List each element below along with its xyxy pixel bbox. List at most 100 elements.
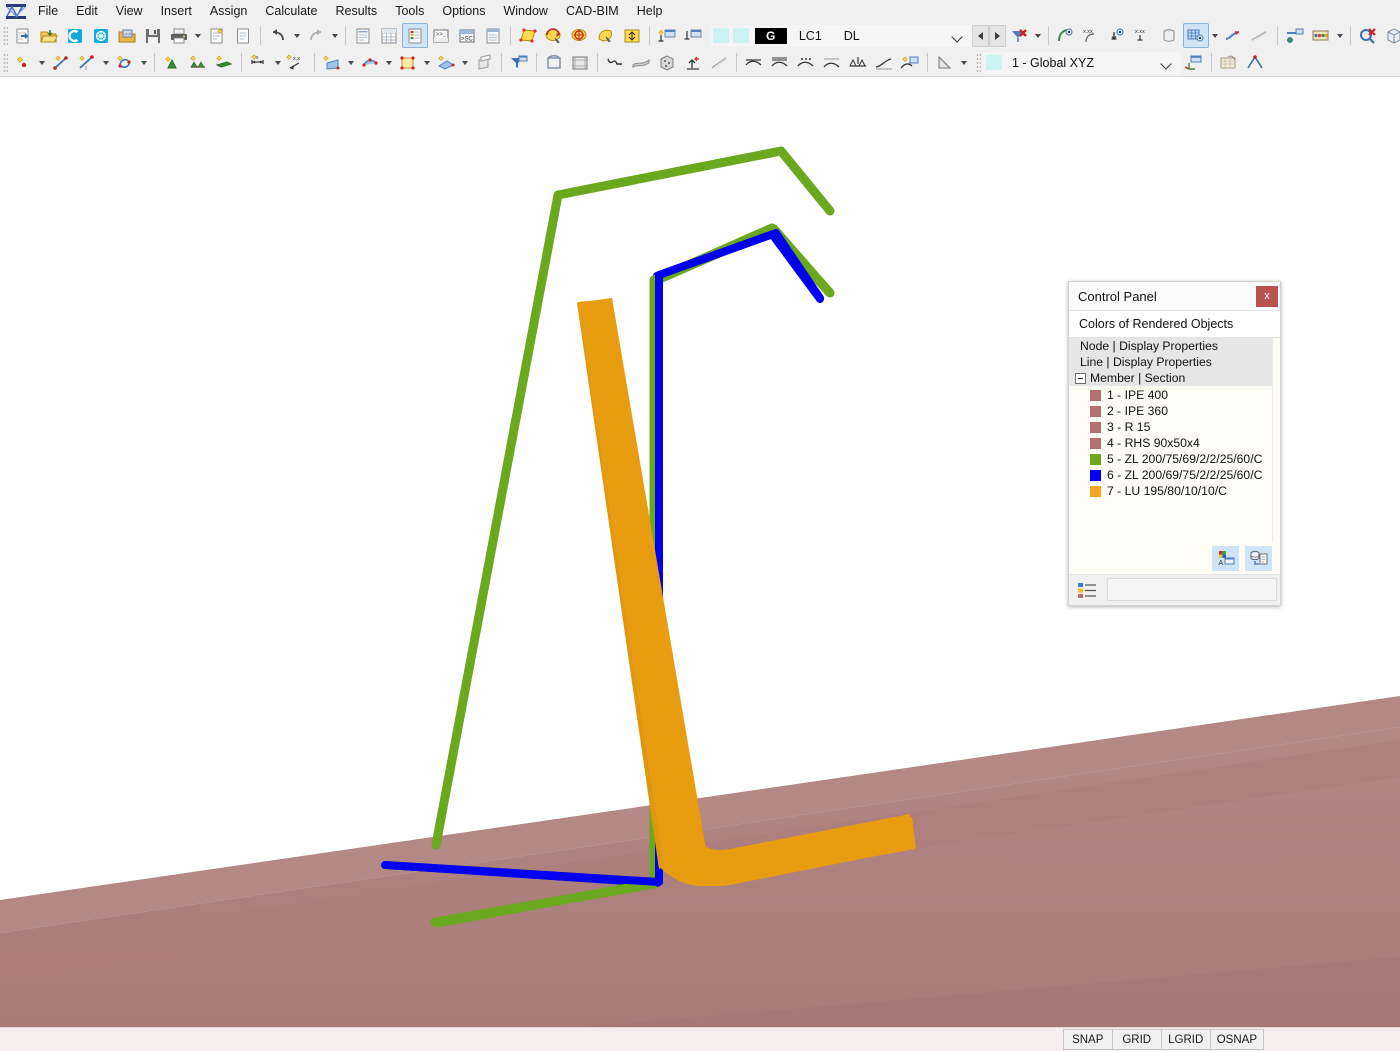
control-panel-scrollbar[interactable] [1272,338,1280,542]
member-load-button[interactable] [357,50,383,75]
project-manager-button[interactable] [114,23,140,48]
new-member-button[interactable]: I [74,50,100,75]
control-panel-button[interactable] [402,23,428,48]
menu-item-tools[interactable]: Tools [386,1,433,21]
tree-line-display-properties[interactable]: Line | Display Properties [1069,354,1280,370]
new-member-caret[interactable] [100,51,112,74]
status-button-grid[interactable]: GRID [1111,1029,1162,1050]
load-hide-button[interactable] [680,23,706,48]
menu-item-file[interactable]: File [29,1,67,21]
menu-item-edit[interactable]: Edit [67,1,107,21]
redo-dropdown-caret[interactable] [329,24,341,47]
edit-colors-icon[interactable]: A [1212,545,1239,571]
loadcase-combo[interactable]: G LC1 DL [710,24,972,47]
copy-list-icon[interactable] [1245,545,1272,571]
snap-settings-button[interactable] [1242,50,1268,75]
status-button-lgrid[interactable]: LGRID [1160,1029,1211,1050]
dimension-button[interactable]: x [246,50,272,75]
deformation-values-button[interactable]: x.xx [1131,23,1157,48]
menu-item-calculate[interactable]: Calculate [256,1,326,21]
section-extrude-button[interactable] [680,50,706,75]
new-node-button[interactable] [10,50,36,75]
print-button[interactable] [166,23,192,48]
grid-settings-button[interactable] [1216,50,1242,75]
clear-results-button[interactable] [1355,23,1381,48]
surface-support-button[interactable] [211,50,237,75]
save-button[interactable] [140,23,166,48]
control-panel-titlebar[interactable]: Control Panel x [1069,282,1280,311]
support-forces-button[interactable] [845,50,871,75]
list-item[interactable]: 6 - ZL 200/69/75/2/2/25/60/C [1069,467,1280,483]
diagram-button[interactable] [1247,23,1273,48]
load-wizard-button[interactable] [471,50,497,75]
list-item[interactable]: 5 - ZL 200/75/69/2/2/25/60/C [1069,451,1280,467]
free-load-button[interactable] [433,50,459,75]
chevron-down-icon[interactable] [1161,57,1173,69]
navigator-button[interactable] [350,23,376,48]
coordinate-dimension-button[interactable]: x.x [284,50,310,75]
nodal-support-button[interactable] [159,50,185,75]
result-diagram-button[interactable] [1282,23,1308,48]
new-surface-caret[interactable] [138,51,150,74]
free-load-caret[interactable] [459,51,471,74]
menu-item-view[interactable]: View [107,1,152,21]
document-button[interactable] [230,23,256,48]
view-direction-caret[interactable] [958,51,970,74]
section-color-list[interactable]: 1 - IPE 400 2 - IPE 360 3 - R 15 4 - RHS… [1069,386,1280,542]
list-item[interactable]: 1 - IPE 400 [1069,387,1280,403]
list-item[interactable]: 4 - RHS 90x50x4 [1069,435,1280,451]
console-button[interactable]: >>_ [428,23,454,48]
line-support-button[interactable] [185,50,211,75]
tables-button[interactable] [376,23,402,48]
nodal-load-caret[interactable] [345,51,357,74]
cloud-network-button[interactable] [88,23,114,48]
control-panel-tree[interactable]: Node | Display Properties Line | Display… [1069,338,1280,542]
printout-report-button[interactable] [204,23,230,48]
member-result-n-button[interactable] [741,50,767,75]
cloud-open-button[interactable] [62,23,88,48]
pan-view-button[interactable] [593,23,619,48]
close-icon[interactable]: x [1256,285,1278,307]
surface-render-button[interactable] [628,50,654,75]
frame-view-button[interactable] [541,50,567,75]
status-button-osnap[interactable]: OSNAP [1209,1029,1264,1050]
result-table-button[interactable] [1308,23,1334,48]
tree-node-display-properties[interactable]: Node | Display Properties [1069,338,1280,354]
member-load-caret[interactable] [383,51,395,74]
coordsystem-new-button[interactable] [1181,50,1207,75]
menu-item-results[interactable]: Results [327,1,387,21]
support-reaction-button[interactable] [1221,23,1247,48]
collapse-toggle-icon[interactable] [1075,372,1086,384]
surface-load-caret[interactable] [421,51,433,74]
menu-item-cad-bim[interactable]: CAD-BIM [557,1,628,21]
surface-select-button[interactable] [515,23,541,48]
toolbar-grip[interactable] [3,52,8,73]
rotate-view-button[interactable] [541,23,567,48]
list-item[interactable]: 7 - LU 195/80/10/10/C [1069,483,1280,499]
menu-item-help[interactable]: Help [628,1,672,21]
line-render-button[interactable] [706,50,732,75]
new-surface-button[interactable] [112,50,138,75]
zoom-extents-button[interactable] [619,23,645,48]
result-values-button[interactable]: x.xx [1079,23,1105,48]
tree-member-section[interactable]: Member | Section [1069,370,1280,386]
control-panel[interactable]: Control Panel x Colors of Rendered Objec… [1068,281,1281,606]
new-model-button[interactable] [10,23,36,48]
toolbar-grip[interactable] [976,52,981,73]
solid-view-button[interactable] [654,50,680,75]
toolbar-grip[interactable] [3,25,8,46]
render-result-button[interactable] [1053,23,1079,48]
view-direction-button[interactable] [932,50,958,75]
menu-item-options[interactable]: Options [433,1,494,21]
new-node-caret[interactable] [36,51,48,74]
loadcase-prev-button[interactable] [972,24,989,47]
delete-loads-caret[interactable] [1032,24,1044,47]
render-mesh-caret[interactable] [1209,24,1221,47]
script-button[interactable]: >SC [454,23,480,48]
list-item[interactable]: 2 - IPE 360 [1069,403,1280,419]
surface-load-button[interactable] [395,50,421,75]
menu-item-insert[interactable]: Insert [152,1,201,21]
member-result-t-button[interactable] [819,50,845,75]
print-dropdown-caret[interactable] [192,24,204,47]
menu-item-window[interactable]: Window [494,1,556,21]
